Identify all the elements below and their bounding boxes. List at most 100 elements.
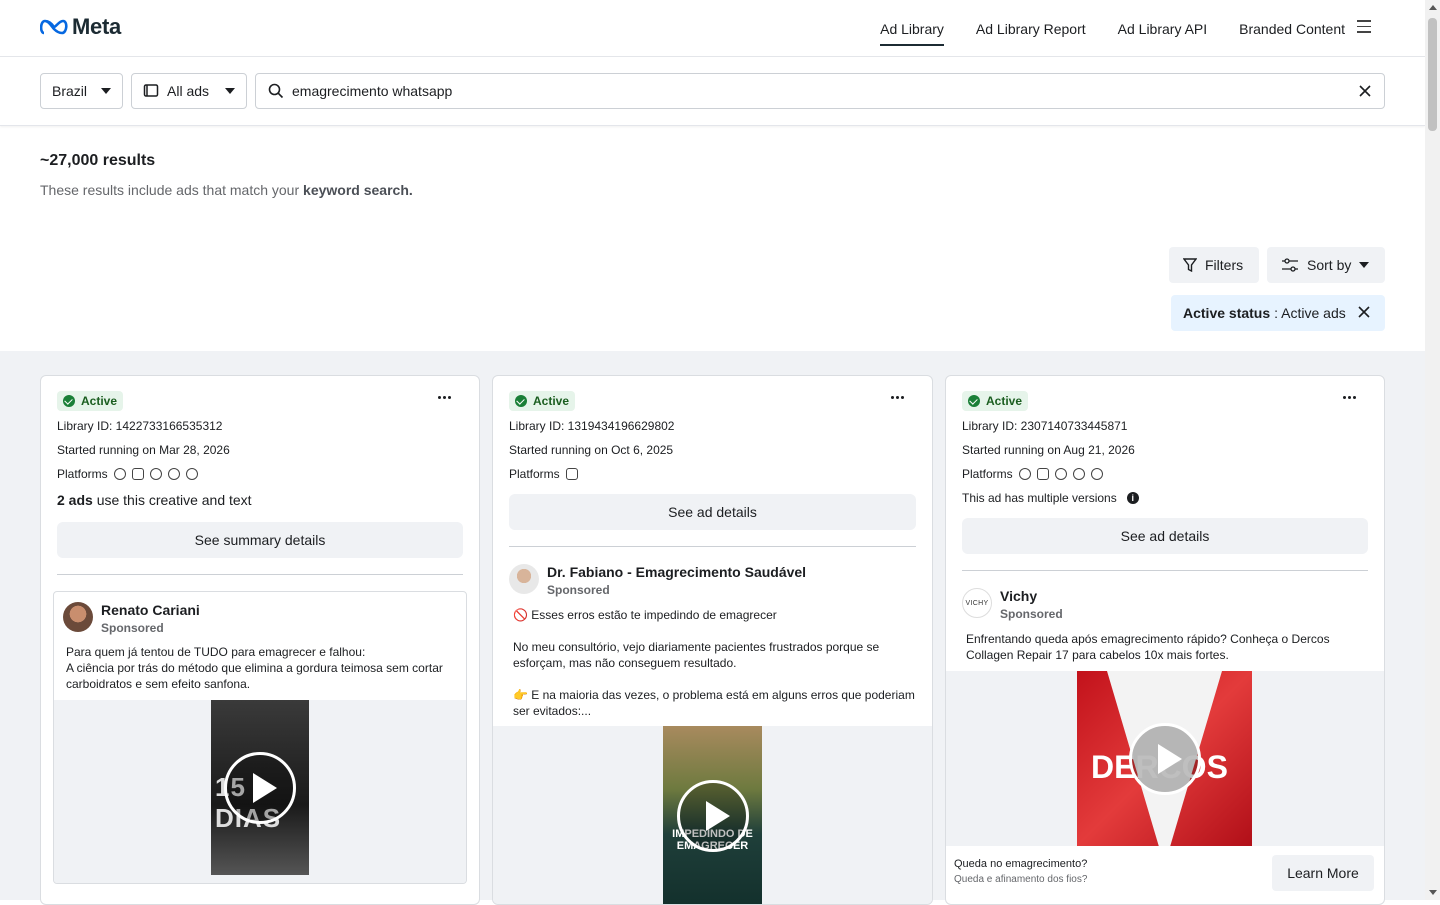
menu-icon[interactable]: [1357, 20, 1371, 34]
see-ad-details-button[interactable]: See ad details: [509, 494, 916, 530]
video-thumbnail[interactable]: DERCOS: [1077, 671, 1252, 846]
main-nav: Ad Library Ad Library Report Ad Library …: [880, 0, 1345, 57]
ad-media: 15 DIAS: [54, 700, 466, 883]
audience-network-icon: [149, 468, 162, 480]
audience-network-icon: [1054, 468, 1067, 480]
ad-card: Active Library ID: 2307140733445871 Star…: [945, 375, 1385, 905]
status-badge: Active: [962, 391, 1029, 411]
search-input[interactable]: emagrecimento whatsapp: [255, 73, 1385, 109]
see-summary-details-button[interactable]: See summary details: [57, 522, 463, 558]
search-bar: Brazil All ads emagrecimento whatsapp: [0, 57, 1425, 126]
messenger-icon: [167, 468, 180, 480]
search-query: emagrecimento whatsapp: [292, 83, 453, 99]
sliders-icon: [1282, 258, 1298, 272]
nav-ad-library[interactable]: Ad Library: [880, 0, 944, 57]
divider: [57, 574, 463, 575]
scroll-thumb[interactable]: [1428, 18, 1437, 131]
cta-text: Queda no emagrecimento? Queda e afinamen…: [954, 858, 1087, 885]
meta-infinity-icon: [40, 19, 68, 35]
scroll-down-icon[interactable]: [1429, 890, 1437, 895]
more-options-icon[interactable]: [1343, 396, 1356, 399]
divider: [509, 546, 916, 547]
check-icon: [515, 395, 527, 407]
chevron-down-icon: [1359, 262, 1370, 268]
more-options-icon[interactable]: [891, 396, 904, 399]
library-id: Library ID: 1319434196629802: [509, 419, 675, 433]
see-ad-details-button[interactable]: See ad details: [962, 518, 1368, 554]
platforms-row: Platforms: [962, 467, 1103, 481]
play-icon[interactable]: [224, 751, 296, 824]
nav-ad-library-report[interactable]: Ad Library Report: [976, 0, 1086, 57]
cta-subtitle: Queda e afinamento dos fios?: [954, 874, 1088, 885]
more-options-icon[interactable]: [438, 396, 451, 399]
advertiser-name[interactable]: Dr. Fabiano - Emagrecimento Saudável: [547, 564, 806, 580]
status-badge: Active: [509, 391, 576, 411]
video-thumbnail[interactable]: 15 DIAS: [211, 700, 309, 875]
video-thumbnail[interactable]: IMPEDINDO DE EMAGRECER: [663, 726, 762, 904]
multiple-versions-text: This ad has multiple versions: [962, 491, 1117, 505]
ads-count-rest: use this creative and text: [92, 492, 252, 508]
avatar: VICHY: [962, 588, 992, 618]
chip-key: Active status: [1183, 305, 1271, 321]
search-icon: [268, 83, 284, 99]
facebook-icon: [113, 468, 126, 480]
status-text: Active: [986, 394, 1023, 408]
ad-type-value: All ads: [167, 83, 210, 99]
instagram-icon: [565, 468, 578, 480]
play-icon[interactable]: [676, 780, 749, 852]
status-badge: Active: [57, 391, 124, 411]
sponsored-label: Sponsored: [101, 621, 164, 635]
ad-type-dropdown[interactable]: All ads: [131, 73, 247, 109]
info-icon[interactable]: i: [1126, 492, 1139, 504]
sponsored-label: Sponsored: [1000, 607, 1063, 621]
avatar-logo-text: VICHY: [965, 599, 989, 607]
chevron-down-icon: [101, 88, 111, 94]
logo-text: Meta: [72, 14, 121, 39]
avatar: [509, 564, 539, 594]
cta-title: Queda no emagrecimento?: [954, 858, 1088, 870]
avatar: [63, 602, 93, 632]
ad-card: Active Library ID: 1319434196629802 Star…: [492, 375, 933, 905]
sort-button[interactable]: Sort by: [1267, 247, 1385, 283]
meta-logo[interactable]: Meta: [40, 14, 121, 40]
close-icon[interactable]: [1357, 305, 1371, 319]
creative-count: 2 ads use this creative and text: [57, 492, 252, 508]
country-dropdown[interactable]: Brazil: [40, 73, 123, 109]
results-count: ~27,000 results: [40, 152, 156, 169]
whatsapp-icon: [1072, 468, 1085, 480]
status-text: Active: [81, 394, 118, 408]
ad-card: Active Library ID: 1422733166535312 Star…: [40, 375, 480, 905]
status-text: Active: [533, 394, 570, 408]
start-date: Started running on Aug 21, 2026: [962, 443, 1135, 457]
sponsored-label: Sponsored: [547, 583, 610, 597]
platforms-label: Platforms: [509, 467, 560, 481]
page-scrollbar[interactable]: [1425, 0, 1440, 900]
filters-button[interactable]: Filters: [1169, 247, 1259, 283]
country-value: Brazil: [52, 83, 88, 99]
advertiser-name[interactable]: Vichy: [1000, 588, 1063, 604]
platforms-label: Platforms: [57, 467, 108, 481]
ad-media: IMPEDINDO DE EMAGRECER: [493, 726, 932, 904]
facebook-icon: [1018, 468, 1031, 480]
advertiser-name[interactable]: Renato Cariani: [101, 602, 200, 618]
instagram-icon: [131, 468, 144, 480]
filter-icon: [1183, 258, 1197, 272]
nav-ad-library-api[interactable]: Ad Library API: [1118, 0, 1208, 57]
ad-preview: Renato Cariani Sponsored Para quem já te…: [53, 591, 467, 884]
start-date: Started running on Mar 28, 2026: [57, 443, 230, 457]
sort-label: Sort by: [1307, 257, 1352, 273]
learn-more-button[interactable]: Learn More: [1272, 855, 1374, 891]
scroll-up-icon[interactable]: [1429, 5, 1437, 10]
play-icon[interactable]: [1128, 722, 1201, 795]
nav-branded-content[interactable]: Branded Content: [1239, 0, 1345, 57]
platforms-row: Platforms: [509, 467, 578, 481]
ad-body-text: 🚫 Esses erros estão te impedindo de emag…: [513, 608, 915, 718]
chip-value: : Active ads: [1274, 305, 1346, 321]
ad-results-grid: Active Library ID: 1422733166535312 Star…: [0, 351, 1425, 905]
clear-search-icon[interactable]: [1358, 84, 1372, 98]
threads-icon: [185, 468, 198, 480]
ad-body-text: Para quem já tentou de TUDO para emagrec…: [66, 645, 443, 691]
check-icon: [968, 395, 980, 407]
library-id: Library ID: 2307140733445871: [962, 419, 1128, 433]
chevron-down-icon: [225, 88, 235, 94]
